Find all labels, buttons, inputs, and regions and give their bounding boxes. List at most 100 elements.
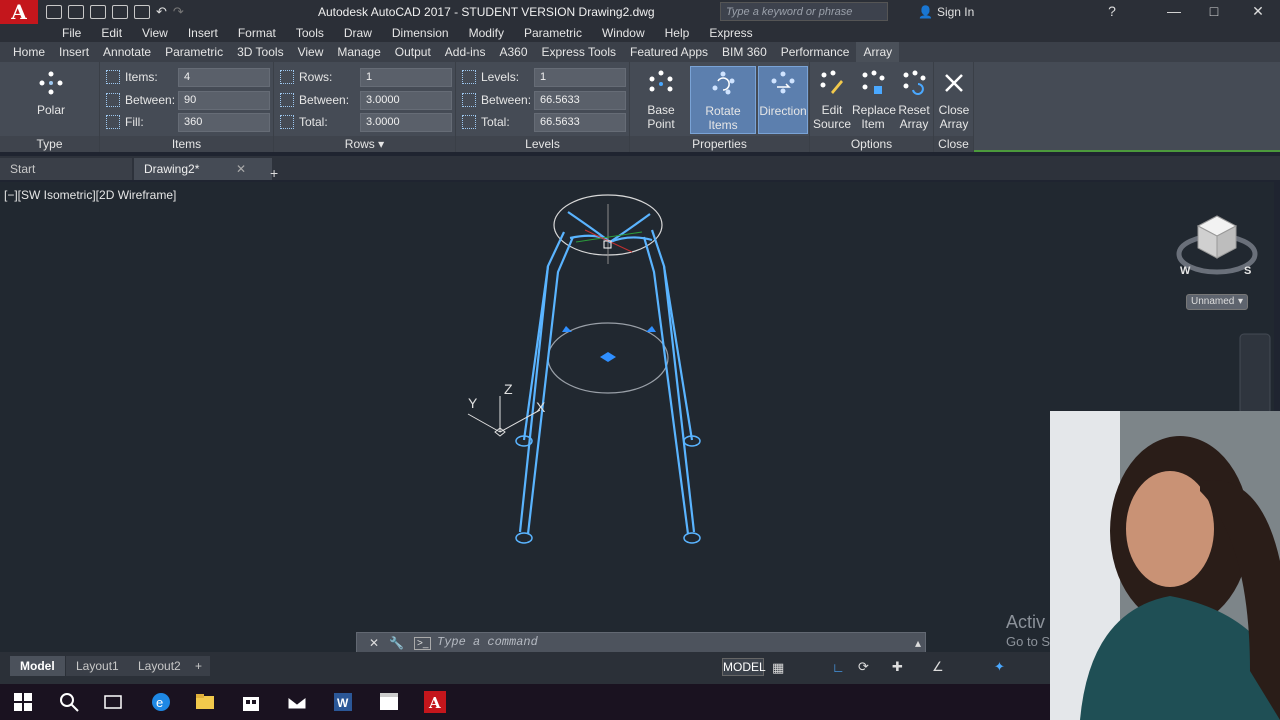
row-total-icon xyxy=(280,115,294,129)
close-array-button[interactable]: Close Array xyxy=(936,66,972,131)
command-prompt-icon[interactable]: >_ xyxy=(414,636,432,650)
close-command-icon[interactable]: ✕ xyxy=(369,636,379,650)
autocad-logo-icon[interactable]: A xyxy=(0,0,38,24)
tab-add-ins[interactable]: Add-ins xyxy=(438,42,493,62)
tab-3d-tools[interactable]: 3D Tools xyxy=(230,42,290,62)
menu-insert[interactable]: Insert xyxy=(178,24,228,42)
menu-draw[interactable]: Draw xyxy=(334,24,382,42)
direction-button[interactable]: Direction xyxy=(758,66,808,134)
levels-between-input[interactable]: 66.5633 xyxy=(534,91,626,110)
tab-express-tools[interactable]: Express Tools xyxy=(535,42,623,62)
menu-modify[interactable]: Modify xyxy=(459,24,514,42)
menu-format[interactable]: Format xyxy=(228,24,286,42)
edge-browser-icon[interactable]: e xyxy=(150,691,172,713)
polar-tracking-icon[interactable]: ⟳ xyxy=(858,659,869,675)
tab-view[interactable]: View xyxy=(291,42,331,62)
navigation-bar[interactable] xyxy=(1239,333,1271,415)
viewcube-icon[interactable] xyxy=(1176,215,1258,275)
rows-between-input[interactable]: 3.0000 xyxy=(360,91,452,110)
doc-tab-drawing2[interactable]: Drawing2* ✕ xyxy=(134,158,272,180)
undo-icon[interactable]: ↶ xyxy=(156,4,167,20)
view-style-dropdown[interactable]: Unnamed ▾ xyxy=(1186,294,1248,310)
menu-parametric[interactable]: Parametric xyxy=(514,24,592,42)
task-view-icon[interactable] xyxy=(102,691,124,713)
grid-icon[interactable]: ▦ xyxy=(772,660,784,676)
tab-a360[interactable]: A360 xyxy=(492,42,534,62)
search-icon[interactable] xyxy=(58,691,80,713)
layout-tab-model[interactable]: Model xyxy=(10,656,65,676)
items-between-input[interactable]: 90 xyxy=(178,91,270,110)
new-file-icon[interactable] xyxy=(46,5,62,19)
menu-edit[interactable]: Edit xyxy=(91,24,132,42)
edit-source-button[interactable]: Edit Source xyxy=(812,66,852,131)
lineweight-icon[interactable]: ∠ xyxy=(932,659,944,675)
close-window-icon[interactable]: ✕ xyxy=(1250,3,1266,19)
menu-help[interactable]: Help xyxy=(655,24,700,42)
menu-file[interactable]: File xyxy=(52,24,91,42)
plot-icon[interactable] xyxy=(134,5,150,19)
edit-source-label-1: Edit xyxy=(821,103,843,117)
levels-total-input[interactable]: 66.5633 xyxy=(534,113,626,132)
layout-tab-layout1[interactable]: Layout1 xyxy=(66,656,129,676)
menu-dimension[interactable]: Dimension xyxy=(382,24,459,42)
rotate-items-button[interactable]: Rotate Items xyxy=(690,66,756,134)
object-snap-icon[interactable]: ✚ xyxy=(892,659,903,675)
mail-icon[interactable] xyxy=(286,691,308,713)
tab-featured-apps[interactable]: Featured Apps xyxy=(623,42,715,62)
tab-annotate[interactable]: Annotate xyxy=(96,42,158,62)
word-icon[interactable]: W xyxy=(332,691,354,713)
tab-manage[interactable]: Manage xyxy=(330,42,387,62)
help-icon[interactable]: ? xyxy=(1104,3,1120,19)
new-tab-icon[interactable]: + xyxy=(260,161,280,181)
polar-button[interactable]: Polar xyxy=(26,66,76,117)
sign-in-button[interactable]: 👤 Sign In xyxy=(918,5,974,19)
levels-total-label: Total: xyxy=(481,115,510,129)
menu-tools[interactable]: Tools xyxy=(286,24,334,42)
menu-view[interactable]: View xyxy=(132,24,178,42)
close-tab-icon[interactable]: ✕ xyxy=(236,162,246,176)
ortho-icon[interactable]: ∟ xyxy=(832,660,845,675)
items-count-input[interactable]: 4 xyxy=(178,68,270,87)
levels-between-label: Between: xyxy=(481,93,532,107)
replace-item-button[interactable]: Replace Item xyxy=(852,66,896,131)
minimize-icon[interactable]: — xyxy=(1166,3,1182,19)
model-space-indicator[interactable]: MODEL xyxy=(722,658,766,676)
save-as-icon[interactable] xyxy=(112,5,128,19)
tab-home[interactable]: Home xyxy=(6,42,52,62)
doc-tab-start[interactable]: Start xyxy=(0,158,132,180)
video-editor-icon[interactable] xyxy=(378,691,400,713)
stool-drawing[interactable] xyxy=(515,194,701,544)
ribbon-tab-bar: Home Insert Annotate Parametric 3D Tools… xyxy=(0,42,1280,62)
command-input[interactable]: Type a command xyxy=(437,635,538,649)
windows-start-icon[interactable] xyxy=(12,691,34,713)
reset-array-button[interactable]: Reset Array xyxy=(894,66,934,131)
file-explorer-icon[interactable] xyxy=(194,691,216,713)
tab-array[interactable]: Array xyxy=(856,42,900,62)
tab-insert[interactable]: Insert xyxy=(52,42,96,62)
save-icon[interactable] xyxy=(90,5,106,19)
levels-count-input[interactable]: 1 xyxy=(534,68,626,87)
tab-output[interactable]: Output xyxy=(388,42,438,62)
autocad-taskbar-icon[interactable]: A xyxy=(424,691,446,713)
items-fill-input[interactable]: 360 xyxy=(178,113,270,132)
menu-express[interactable]: Express xyxy=(699,24,762,42)
command-line: ✕ 🔧 >_ Type a command ▴ xyxy=(356,632,926,654)
menu-window[interactable]: Window xyxy=(592,24,655,42)
tab-performance[interactable]: Performance xyxy=(774,42,857,62)
rows-group-label[interactable]: Rows ▾ xyxy=(274,136,455,152)
redo-icon[interactable]: ↷ xyxy=(173,4,184,20)
customize-icon[interactable]: 🔧 xyxy=(389,636,404,650)
add-layout-icon[interactable]: + xyxy=(190,656,210,676)
layout-tab-layout2[interactable]: Layout2 xyxy=(128,656,191,676)
tab-parametric[interactable]: Parametric xyxy=(158,42,230,62)
search-input[interactable]: Type a keyword or phrase xyxy=(720,2,888,21)
tab-bim-360[interactable]: BIM 360 xyxy=(715,42,774,62)
open-file-icon[interactable] xyxy=(68,5,84,19)
store-icon[interactable] xyxy=(240,691,262,713)
maximize-icon[interactable]: □ xyxy=(1206,3,1222,19)
command-history-icon[interactable]: ▴ xyxy=(915,636,921,650)
selection-cycling-icon[interactable]: ✦ xyxy=(994,659,1005,675)
rows-total-input[interactable]: 3.0000 xyxy=(360,113,452,132)
base-point-button[interactable]: Base Point xyxy=(632,66,690,134)
rows-count-input[interactable]: 1 xyxy=(360,68,452,87)
